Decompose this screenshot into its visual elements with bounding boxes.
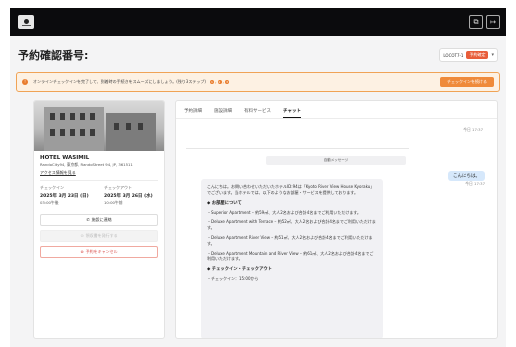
cancel-icon: ⊗: [80, 249, 84, 255]
hotel-name: HOTEL WASIMIL: [40, 155, 90, 161]
user-message-time: 今日 17:37: [465, 181, 485, 186]
system-message-label: 自動メッセージ: [266, 156, 406, 165]
top-bar: ⧉ ↦: [10, 8, 506, 36]
page-title: 予約確認番号:: [18, 49, 89, 62]
banner-text: オンラインチェックインを完了して、到着時の手続きをスムーズにしましょう。(残り3…: [33, 79, 206, 84]
arrow-right-icon: ›: [214, 79, 217, 85]
access-info-link[interactable]: アクセス情報を見る: [40, 170, 158, 176]
step-3: 3: [225, 80, 230, 84]
checkin-banner: ! オンラインチェックインを完了して、到着時の手続きをスムーズにしましょう。(残…: [16, 72, 500, 92]
hotel-logo-icon[interactable]: [18, 15, 34, 29]
checkout-date: 2025年 3月 26日 (水): [104, 193, 153, 199]
share-icon[interactable]: ⧉: [469, 15, 483, 29]
arrow-right-icon: ›: [222, 79, 225, 85]
continue-checkin-button[interactable]: チェックインを続ける: [440, 77, 494, 87]
tab-property-details[interactable]: 施設詳細: [214, 108, 232, 118]
user-message: こんにちは。: [448, 171, 485, 181]
main-panel: 予約詳細 施設詳細 有料サービス チャット 今日 17:37 自動メッセージ こ…: [175, 100, 498, 339]
hotel-message: こんにちは。お問い合わせいただいたホテルID:94は「Kyoto River V…: [201, 179, 383, 338]
phone-icon: ✆: [86, 217, 90, 223]
contact-property-label: 施設に連絡: [91, 216, 112, 222]
top-bar-actions: ⧉ ↦: [469, 15, 500, 29]
checkout-label: チェックアウト: [104, 184, 132, 190]
message-paragraph: ・Deluxe Apartment Mountain and River Vie…: [207, 250, 374, 262]
title-row: 予約確認番号: LOCOT7-1 予約確定 ▾: [10, 41, 506, 69]
exit-icon[interactable]: ↦: [486, 15, 500, 29]
warning-icon: !: [22, 79, 28, 85]
message-paragraph: ・チェックイン：15:00から: [207, 276, 259, 282]
booking-id: LOCOT7-1: [443, 52, 464, 58]
checkin-time: 03:00午後: [40, 199, 59, 205]
stay-dates: チェックイン 2025年 3月 23日 (日) 03:00午後 チェックアウト …: [40, 185, 158, 206]
divider: [40, 179, 158, 181]
issue-receipt-label: 領収書を発行する: [85, 232, 118, 238]
tab-booking-details[interactable]: 予約詳細: [184, 108, 202, 118]
message-paragraph: こんにちは。お問い合わせいただいたホテルID:94は「Kyoto River V…: [207, 184, 375, 195]
status-badge: 予約確定: [466, 51, 489, 59]
message-paragraph: ・Deluxe Apartment River View – 約51㎡、大人2名…: [207, 234, 373, 246]
message-section-heading: ◆ お部屋について: [207, 200, 242, 206]
hotel-address: RandoCity94, 東京都, RandoStreet 94, JP, 36…: [40, 162, 133, 167]
receipt-icon: ⊙: [80, 233, 84, 239]
tab-bar: 予約詳細 施設詳細 有料サービス チャット: [176, 101, 497, 119]
chat-area: 今日 17:37 自動メッセージ こんにちは。 今日 17:37 こんにちは。お…: [176, 119, 497, 338]
step-1: 1: [209, 80, 214, 84]
message-section-heading: ◆ チェックイン・チェックアウト: [207, 267, 272, 273]
cancel-booking-label: 予約をキャンセル: [85, 248, 118, 254]
message-paragraph: ・Deluxe Apartment with Terrace – 約52㎡、大人…: [207, 219, 376, 231]
contact-property-button[interactable]: ✆ 施設に連絡: [40, 213, 158, 226]
tab-paid-services[interactable]: 有料サービス: [244, 108, 271, 118]
checkin-label: チェックイン: [40, 184, 64, 190]
cancel-booking-button[interactable]: ⊗ 予約をキャンセル: [40, 245, 158, 258]
checkout-time: 10:00午前: [104, 199, 123, 205]
step-indicator: 1 › 2 › 3: [209, 79, 230, 85]
booking-selector[interactable]: LOCOT7-1 予約確定 ▾: [439, 48, 498, 62]
step-2: 2: [217, 80, 222, 84]
issue-receipt-button[interactable]: ⊙ 領収書を発行する: [40, 229, 158, 242]
hotel-photo: [34, 101, 164, 151]
hotel-card: HOTEL WASIMIL RandoCity94, 東京都, RandoStr…: [33, 100, 165, 339]
chat-separator: [186, 148, 409, 149]
chevron-down-icon: ▾: [491, 52, 494, 58]
checkin-date: 2025年 3月 23日 (日): [40, 193, 89, 199]
message-paragraph: ・Superior Apartment – 約59㎡、大人2名および合計4名まで…: [207, 209, 361, 215]
timestamp: 今日 17:37: [463, 127, 483, 132]
tab-chat[interactable]: チャット: [283, 108, 301, 118]
